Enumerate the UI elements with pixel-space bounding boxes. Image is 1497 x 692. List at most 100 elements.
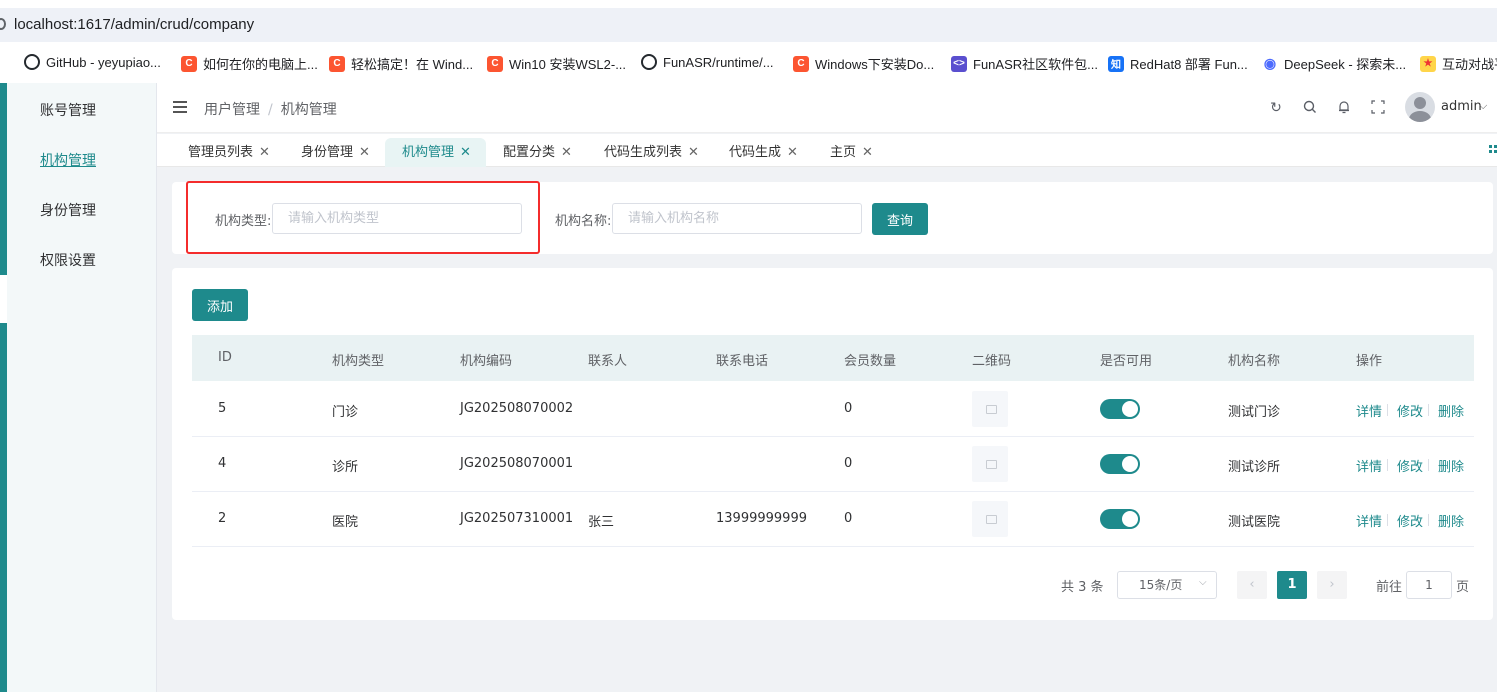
close-icon[interactable]: ✕ — [460, 145, 471, 160]
enabled-toggle[interactable] — [1100, 399, 1140, 419]
edit-link[interactable]: 修改 — [1397, 456, 1423, 475]
csdn-icon: C — [793, 55, 809, 72]
column-header-name: 机构名称 — [1228, 354, 1281, 369]
prev-page-button[interactable]: ‹ — [1237, 571, 1267, 599]
pagination-total: 共 3 条 — [1061, 580, 1104, 595]
cell-type: 医院 — [332, 515, 359, 530]
top-header — [157, 83, 1497, 133]
add-button[interactable]: 添加 — [192, 289, 248, 321]
delete-link[interactable]: 删除 — [1438, 511, 1464, 530]
close-icon[interactable]: ✕ — [688, 145, 699, 160]
chevron-left-icon: ‹ — [1249, 577, 1255, 592]
edit-link[interactable]: 修改 — [1397, 401, 1423, 420]
sidebar-item-permissions[interactable]: 权限设置 — [40, 250, 96, 270]
bookmark-csdn-3[interactable]: C Win10 安装WSL2-... — [487, 54, 626, 73]
qrcode-image-icon[interactable] — [972, 391, 1008, 427]
tab-identity[interactable]: 身份管理 ✕ — [301, 138, 370, 167]
divider — [1428, 404, 1429, 416]
next-page-button[interactable]: › — [1317, 571, 1347, 599]
bookmark-zhihu[interactable]: 知 RedHat8 部署 Fun... — [1108, 54, 1248, 73]
delete-link[interactable]: 删除 — [1438, 401, 1464, 420]
enabled-toggle[interactable] — [1100, 509, 1140, 529]
csdn-icon: C — [181, 55, 197, 72]
divider — [1428, 459, 1429, 471]
bookmark-game[interactable]: ★互动对战平 — [1420, 54, 1497, 73]
sidebar-item-identities[interactable]: 身份管理 — [40, 200, 96, 220]
bookmark-csdn-1[interactable]: C 如何在你的电脑上... — [181, 54, 318, 73]
goto-page-input[interactable]: 1 — [1406, 571, 1452, 599]
org-name-label: 机构名称: — [555, 214, 612, 229]
close-icon[interactable]: ✕ — [359, 145, 370, 160]
cell-name: 测试门诊 — [1228, 405, 1281, 420]
edit-link[interactable]: 修改 — [1397, 511, 1423, 530]
tab-home[interactable]: 主页 ✕ — [830, 138, 873, 167]
sidebar-item-organizations[interactable]: 机构管理 — [40, 150, 96, 170]
row-divider — [192, 436, 1474, 437]
bookmark-csdn-2[interactable]: C 轻松搞定！在 Wind... — [329, 54, 473, 73]
close-icon[interactable]: ✕ — [787, 145, 798, 160]
tab-config-category[interactable]: 配置分类 ✕ — [503, 138, 572, 167]
sidebar — [0, 83, 157, 692]
user-name[interactable]: admin — [1441, 99, 1482, 114]
goto-label: 前往 — [1376, 580, 1403, 595]
column-header-contact: 联系人 — [588, 354, 628, 369]
divider — [1387, 514, 1388, 526]
bell-icon[interactable] — [1336, 100, 1352, 116]
cell-id: 4 — [218, 456, 227, 471]
cell-name: 测试医院 — [1228, 515, 1281, 530]
chevron-down-icon[interactable]: ⌵ — [1479, 99, 1487, 113]
detail-link[interactable]: 详情 — [1356, 401, 1382, 420]
sidebar-item-accounts[interactable]: 账号管理 — [40, 100, 96, 120]
sidebar-accent-bar — [0, 323, 7, 692]
cell-code: JG202508070001 — [460, 456, 574, 471]
bookmark-funasr[interactable]: <> FunASR社区软件包... — [951, 54, 1098, 73]
enabled-toggle[interactable] — [1100, 454, 1140, 474]
bookmark-csdn-4[interactable]: C Windows下安装Do... — [793, 54, 934, 73]
qrcode-image-icon[interactable] — [972, 446, 1008, 482]
divider — [1428, 514, 1429, 526]
tab-admin-list[interactable]: 管理员列表 ✕ — [188, 138, 270, 167]
org-name-input[interactable] — [612, 203, 862, 234]
column-header-id: ID — [218, 350, 232, 365]
close-icon[interactable]: ✕ — [259, 145, 270, 160]
github-icon — [641, 54, 657, 70]
cell-id: 5 — [218, 401, 227, 416]
bookmark-deepseek[interactable]: ◉ DeepSeek - 探索未... — [1262, 54, 1406, 73]
table-header — [192, 335, 1474, 381]
close-icon[interactable]: ✕ — [862, 145, 873, 160]
deepseek-icon: ◉ — [1262, 55, 1278, 72]
chevron-down-icon[interactable]: ⌵ — [1199, 577, 1207, 588]
avatar[interactable] — [1405, 92, 1435, 122]
refresh-icon[interactable]: ↻ — [1268, 100, 1284, 116]
page-number-button[interactable]: 1 — [1277, 571, 1307, 599]
column-header-code: 机构编码 — [460, 354, 513, 369]
qrcode-image-icon[interactable] — [972, 501, 1008, 537]
tab-organization[interactable]: 机构管理 ✕ — [385, 138, 486, 167]
grid-icon[interactable] — [1489, 145, 1497, 155]
close-icon[interactable]: ✕ — [561, 145, 572, 160]
row-divider — [192, 491, 1474, 492]
query-button[interactable]: 查询 — [872, 203, 928, 235]
funasr-icon: <> — [951, 55, 967, 72]
url-text[interactable]: localhost:1617/admin/crud/company — [14, 16, 254, 33]
table-panel — [172, 268, 1493, 620]
tab-codegen-list[interactable]: 代码生成列表 ✕ — [604, 138, 699, 167]
bookmark-github-funasr[interactable]: FunASR/runtime/... — [641, 54, 774, 70]
divider — [1387, 459, 1388, 471]
fullscreen-icon[interactable] — [1370, 100, 1386, 116]
menu-toggle-icon[interactable] — [173, 101, 187, 113]
tab-codegen[interactable]: 代码生成 ✕ — [729, 138, 798, 167]
bookmark-github-yeyupiao[interactable]: GitHub - yeyupiao... — [24, 54, 161, 70]
column-header-actions: 操作 — [1356, 354, 1383, 369]
search-icon[interactable] — [1302, 100, 1318, 116]
detail-link[interactable]: 详情 — [1356, 511, 1382, 530]
column-header-members: 会员数量 — [844, 354, 897, 369]
cell-code: JG202507310001 — [460, 511, 574, 526]
cell-type: 门诊 — [332, 405, 359, 420]
detail-link[interactable]: 详情 — [1356, 456, 1382, 475]
cell-members: 0 — [844, 456, 853, 471]
cell-members: 0 — [844, 401, 853, 416]
delete-link[interactable]: 删除 — [1438, 456, 1464, 475]
breadcrumb-item[interactable]: 用户管理 — [204, 102, 260, 118]
column-header-enabled: 是否可用 — [1100, 354, 1153, 369]
